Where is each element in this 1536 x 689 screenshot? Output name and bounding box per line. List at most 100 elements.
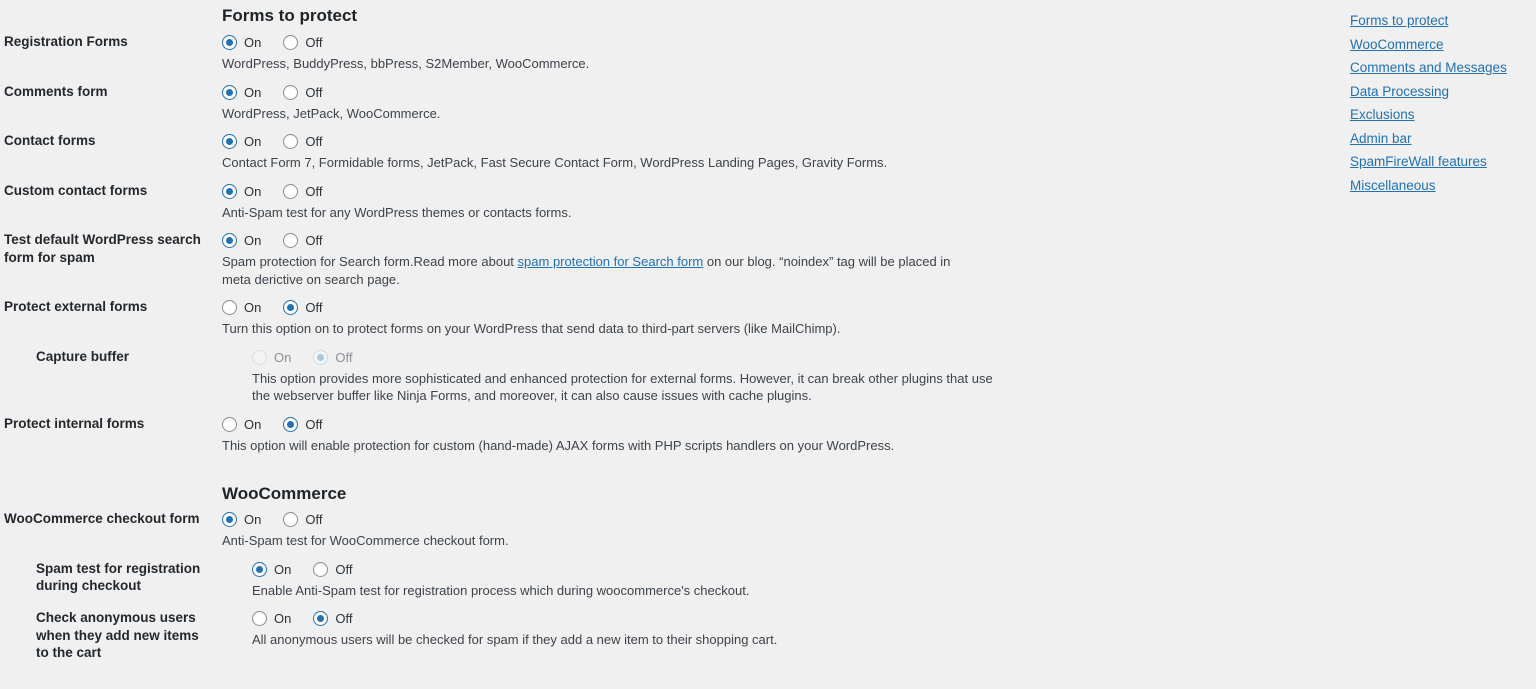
radio-label: Off [305, 300, 323, 315]
radio-group-comments-form: On Off [222, 82, 1330, 103]
setting-row-protect-external-forms: Protect external forms On Off Turn this opt… [0, 297, 1330, 347]
radio-contact-forms-on[interactable]: On [222, 134, 261, 149]
radio-label: Off [335, 611, 353, 626]
radio-check-anonymous-users-when-they-add-new-items-to-the-cart-off[interactable]: Off [313, 611, 352, 626]
radio-group-protect-external-forms: On Off [222, 297, 1330, 318]
setting-label-spam-test-for-registration-during-checkout: Spam test for registration during checko… [36, 560, 201, 594]
radio-label: On [274, 349, 292, 365]
setting-label-woocommerce-checkout-form: WooCommerce checkout form [4, 511, 200, 526]
settings-page: Forms to protect Registration Forms On Off W… [0, 0, 1536, 689]
radio-dot-icon [222, 512, 237, 527]
radio-protect-internal-forms-off[interactable]: Off [283, 416, 322, 432]
radio-comments-form-on[interactable]: On [222, 84, 262, 100]
radio-dot-icon [222, 183, 237, 199]
description-link-test-default-wordpress-search-form-for-spam[interactable]: spam protection for Search form [518, 254, 704, 269]
radio-test-default-wordpress-search-form-for-spam-on[interactable]: On [222, 233, 261, 248]
radio-label: Off [305, 134, 323, 149]
radio-group-registration-forms: On Off [222, 32, 1330, 53]
radio-dot-icon [222, 416, 237, 432]
radio-label: On [244, 300, 262, 315]
setting-description-custom-contact-forms: Anti-Spam test for any WordPress themes … [222, 204, 572, 220]
radio-label: Off [305, 35, 323, 50]
radio-dot-icon [313, 349, 329, 365]
setting-description-comments-form: WordPress, JetPack, WooCommerce. [222, 105, 441, 121]
radio-group-contact-forms: On Off [222, 131, 1330, 152]
radio-label: On [244, 134, 262, 149]
nav-link-forms-to-protect[interactable]: Forms to protect [1350, 13, 1524, 29]
radio-label: On [244, 183, 262, 199]
radio-label: Off [305, 183, 323, 199]
setting-label-check-anonymous-users-when-they-add-new-items-to-the-cart: Check anonymous users when they add new … [36, 610, 199, 660]
setting-label-protect-external-forms: Protect external forms [4, 299, 148, 314]
setting-body-spam-test-for-registration-during-checkout: On Off Enable Anti-Spam test for registrat… [210, 559, 1330, 609]
radio-dot-icon [222, 300, 237, 315]
radio-protect-external-forms-on[interactable]: On [222, 300, 261, 315]
radio-woocommerce-checkout-form-on[interactable]: On [222, 512, 261, 527]
setting-description-contact-forms: Contact Form 7, Formidable forms, JetPac… [222, 155, 888, 170]
nav-link-comments-and-messages[interactable]: Comments and Messages [1350, 60, 1524, 76]
radio-woocommerce-checkout-form-off[interactable]: Off [283, 512, 322, 527]
setting-description-protect-internal-forms: This option will enable protection for c… [222, 437, 895, 453]
radio-dot-icon [222, 84, 237, 100]
radio-group-test-default-wordpress-search-form-for-spam: On Off [222, 230, 1330, 251]
radio-capture-buffer-off: Off [313, 349, 353, 365]
setting-body-protect-internal-forms: On Off This option will enable protection … [210, 414, 1330, 464]
radio-dot-icon [222, 35, 237, 50]
setting-body-protect-external-forms: On Off Turn this option on to protect form… [210, 297, 1330, 347]
setting-body-comments-form: On Off WordPress, JetPack, WooCommerce. [210, 82, 1330, 132]
nav-link-spamfirewall-features[interactable]: SpamFireWall features [1350, 154, 1524, 170]
radio-group-custom-contact-forms: On Off [222, 181, 1330, 202]
radio-spam-test-for-registration-during-checkout-on[interactable]: On [252, 561, 292, 577]
radio-dot-icon [252, 349, 267, 365]
radio-dot-icon [283, 183, 299, 199]
radio-group-check-anonymous-users-when-they-add-new-items-to-the-cart: On Off [252, 608, 1330, 629]
setting-body-custom-contact-forms: On Off Anti-Spam test for any WordPress th… [210, 181, 1330, 231]
radio-label: Off [335, 561, 353, 577]
radio-check-anonymous-users-when-they-add-new-items-to-the-cart-on[interactable]: On [252, 611, 291, 626]
setting-description-capture-buffer: This option provides more sophisticated … [252, 370, 993, 404]
setting-body-capture-buffer: On Off This option provides more sophistic… [210, 347, 1330, 414]
setting-description-protect-external-forms: Turn this option on to protect forms on … [222, 321, 841, 336]
nav-link-woocommerce[interactable]: WooCommerce [1350, 37, 1524, 53]
radio-dot-icon [252, 561, 267, 577]
nav-link-exclusions[interactable]: Exclusions [1350, 107, 1524, 123]
radio-contact-forms-off[interactable]: Off [283, 134, 322, 149]
radio-label: Off [305, 233, 323, 248]
setting-description-registration-forms: WordPress, BuddyPress, bbPress, S2Member… [222, 56, 590, 71]
settings-column: Forms to protect Registration Forms On Off W… [0, 0, 1330, 662]
setting-row-registration-forms: Registration Forms On Off WordPress, BuddyP… [0, 32, 1330, 82]
radio-custom-contact-forms-on[interactable]: On [222, 183, 262, 199]
setting-description-woocommerce-checkout-form: Anti-Spam test for WooCommerce checkout … [222, 533, 509, 548]
radio-dot-icon [283, 512, 299, 527]
radio-spam-test-for-registration-during-checkout-off[interactable]: Off [313, 561, 353, 577]
setting-label-protect-internal-forms: Protect internal forms [4, 415, 145, 431]
radio-protect-external-forms-off[interactable]: Off [283, 300, 322, 315]
radio-comments-form-off[interactable]: Off [283, 84, 323, 100]
radio-custom-contact-forms-off[interactable]: Off [283, 183, 323, 199]
radio-dot-icon [283, 134, 299, 149]
setting-row-test-default-wordpress-search-form-for-spam: Test default WordPress search form for s… [0, 230, 1330, 297]
radio-label: On [274, 561, 292, 577]
setting-row-capture-buffer: Capture buffer On Off This option provides … [0, 347, 1330, 414]
radio-registration-forms-off[interactable]: Off [283, 35, 322, 50]
radio-label: On [274, 611, 292, 626]
radio-group-capture-buffer: On Off [252, 347, 1330, 368]
radio-protect-internal-forms-on[interactable]: On [222, 416, 262, 432]
setting-row-contact-forms: Contact forms On Off Contact Form 7, Formid… [0, 131, 1330, 181]
radio-label: Off [305, 84, 323, 100]
radio-label: On [244, 84, 262, 100]
radio-registration-forms-on[interactable]: On [222, 35, 261, 50]
nav-link-admin-bar[interactable]: Admin bar [1350, 131, 1524, 147]
radio-test-default-wordpress-search-form-for-spam-off[interactable]: Off [283, 233, 322, 248]
setting-row-woocommerce-checkout-form: WooCommerce checkout form On Off Anti-Spam … [0, 509, 1330, 559]
nav-link-data-processing[interactable]: Data Processing [1350, 84, 1524, 100]
setting-body-registration-forms: On Off WordPress, BuddyPress, bbPress, S2M… [210, 32, 1330, 82]
radio-label: On [244, 416, 262, 432]
nav-link-miscellaneous[interactable]: Miscellaneous [1350, 178, 1524, 194]
setting-label-capture-buffer: Capture buffer [36, 348, 130, 364]
radio-label: Off [335, 349, 353, 365]
radio-label: On [244, 233, 262, 248]
setting-body-woocommerce-checkout-form: On Off Anti-Spam test for WooCommerce chec… [210, 509, 1330, 559]
setting-row-check-anonymous-users-when-they-add-new-items-to-the-cart: Check anonymous users when they add new … [0, 608, 1330, 662]
setting-description-spam-test-for-registration-during-checkout: Enable Anti-Spam test for registration p… [252, 582, 750, 598]
